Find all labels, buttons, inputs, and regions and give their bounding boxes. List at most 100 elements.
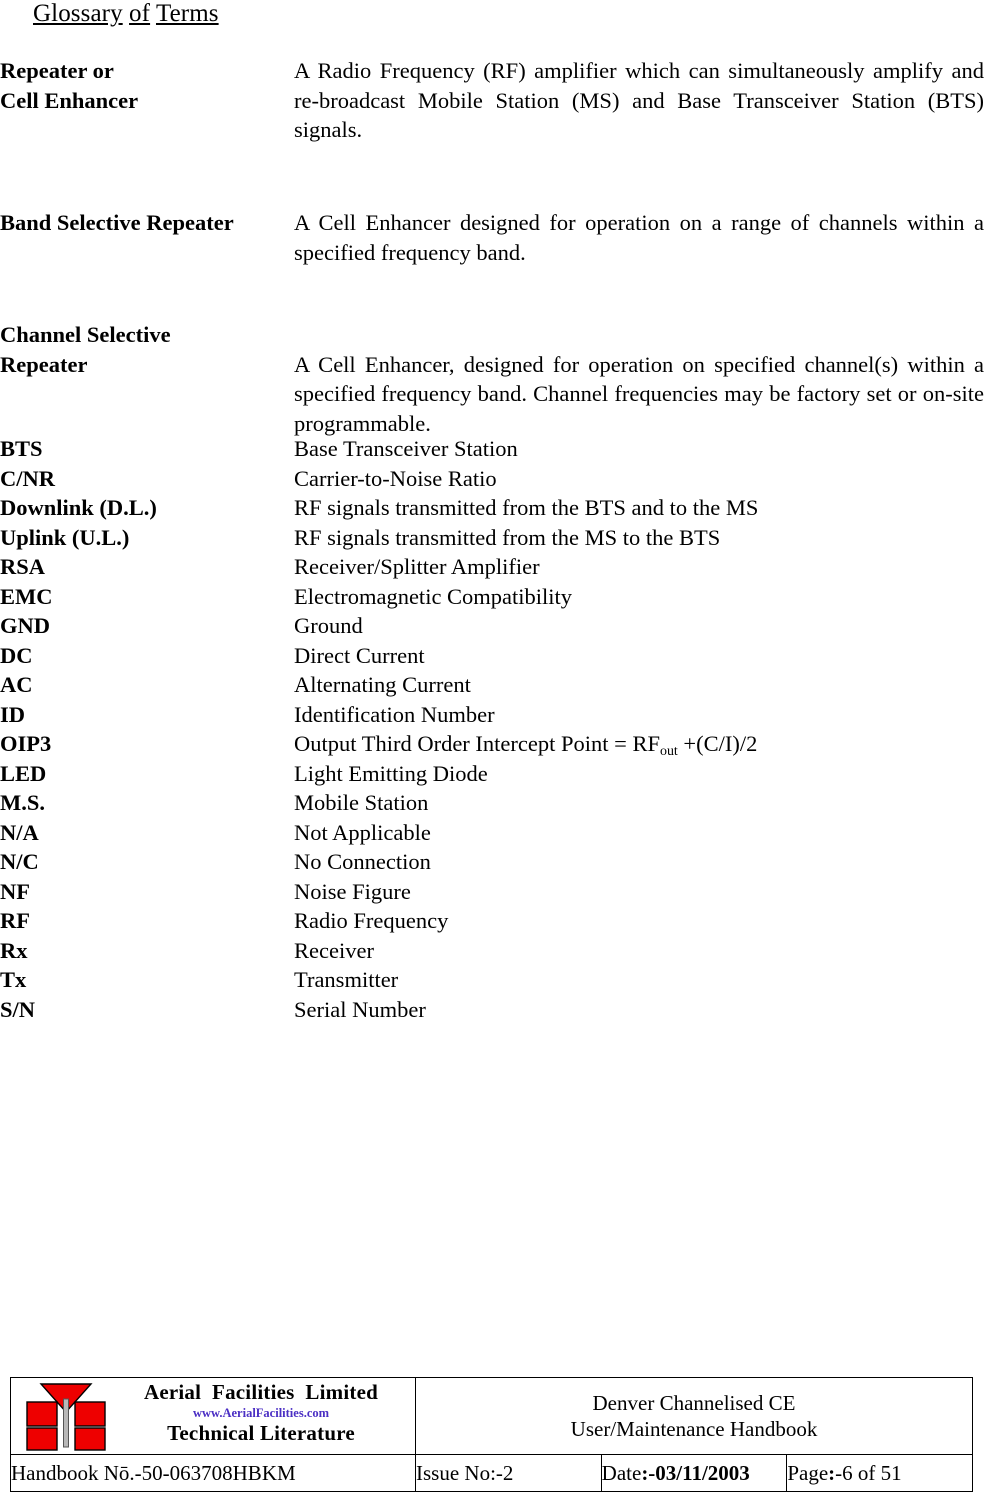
abbreviation-key: LED bbox=[0, 760, 47, 786]
footer-branding-row: Aerial Facilities Limited www.AerialFaci… bbox=[10, 1377, 973, 1455]
footer-logo-text: Aerial Facilities Limited www.AerialFaci… bbox=[111, 1380, 411, 1446]
definition-body: A Cell Enhancer, designed for operation … bbox=[294, 351, 984, 436]
definition-entry: Repeater or Cell Enhancer A Radio Freque… bbox=[0, 56, 985, 162]
abbreviation-row: EMC Electromagnetic Compatibility bbox=[0, 582, 985, 612]
abbreviation-key: RSA bbox=[0, 554, 46, 579]
abbreviation-value: No Connection bbox=[294, 849, 431, 874]
issue-value: 2 bbox=[502, 1461, 514, 1485]
footer-metadata-row: Handbook Nō.-50-063708HBKM Issue No:-2 D… bbox=[10, 1454, 973, 1492]
abbreviation-row: BTS Base Transceiver Station bbox=[0, 434, 985, 464]
date-value: :-03/11/2003 bbox=[641, 1461, 750, 1485]
page-footer: Aerial Facilities Limited www.AerialFaci… bbox=[10, 1377, 973, 1492]
abbreviation-key: Tx bbox=[0, 967, 27, 992]
abbreviation-value: Output Third Order Intercept Point = RFo… bbox=[294, 729, 757, 763]
abbreviation-value-tail: +(C/I)/2 bbox=[677, 731, 758, 756]
abbreviation-value: Receiver/Splitter Amplifier bbox=[294, 554, 540, 579]
abbreviation-list: BTS Base Transceiver Station C/NR Carrier-… bbox=[0, 434, 985, 1024]
abbreviation-key: M.S. bbox=[0, 790, 45, 815]
document-title-line-2: User/Maintenance Handbook bbox=[570, 1417, 818, 1441]
abbreviation-row: N/A Not Applicable bbox=[0, 818, 985, 848]
abbreviation-value: Noise Figure bbox=[294, 878, 411, 904]
abbreviation-key: Uplink (U.L.) bbox=[0, 524, 130, 550]
document-title-line-1: Denver Channelised CE bbox=[592, 1391, 796, 1415]
abbreviation-key: NF bbox=[0, 878, 30, 904]
abbreviation-value: Alternating Current bbox=[294, 672, 471, 697]
date-cell: Date:-03/11/2003 bbox=[600, 1454, 788, 1492]
abbreviation-value: Serial Number bbox=[294, 996, 426, 1022]
abbreviation-row: NF Noise Figure bbox=[0, 877, 985, 907]
handbook-number-cell: Handbook Nō.-50-063708HBKM bbox=[10, 1454, 416, 1492]
abbreviation-row: M.S. Mobile Station bbox=[0, 788, 985, 818]
definition-term: Band Selective Repeater bbox=[0, 210, 234, 235]
abbreviation-value-text: Output Third Order Intercept Point = RF bbox=[294, 731, 660, 756]
abbreviation-value: Identification Number bbox=[294, 701, 495, 727]
abbreviation-row: GND Ground bbox=[0, 611, 985, 641]
document-page: Glossary of Terms Repeater or Cell Enhan… bbox=[0, 0, 985, 1492]
abbreviation-row: RF Radio Frequency bbox=[0, 906, 985, 936]
abbreviation-value: Not Applicable bbox=[294, 819, 431, 845]
company-website[interactable]: www.AerialFacilities.com bbox=[111, 1405, 411, 1421]
abbreviation-key: C/NR bbox=[0, 465, 55, 491]
issue-number-cell: Issue No:-2 bbox=[415, 1454, 602, 1492]
abbreviation-row: OIP3 Output Third Order Intercept Point … bbox=[0, 729, 985, 759]
abbreviation-row: N/C No Connection bbox=[0, 847, 985, 877]
abbreviation-row: Downlink (D.L.) RF signals transmitted fr… bbox=[0, 493, 985, 523]
abbreviation-value: Ground bbox=[294, 613, 363, 638]
abbreviation-row: AC Alternating Current bbox=[0, 670, 985, 700]
handbook-number: ō.-50-063708HBKM bbox=[118, 1461, 296, 1485]
company-tagline: Technical Literature bbox=[167, 1421, 355, 1445]
abbreviation-key: Rx bbox=[0, 937, 28, 963]
abbreviation-value: Carrier-to-Noise Ratio bbox=[294, 465, 497, 491]
abbreviation-value: Base Transceiver Station bbox=[294, 436, 518, 461]
definition-term: Repeater or Cell Enhancer bbox=[0, 58, 139, 113]
abbreviation-row: RSA Receiver/Splitter Amplifier bbox=[0, 552, 985, 582]
abbreviation-row: C/NR Carrier-to-Noise Ratio bbox=[0, 464, 985, 494]
abbreviation-key: N/C bbox=[0, 849, 39, 874]
page-title: Glossary of Terms bbox=[33, 0, 219, 30]
abbreviation-value: RF signals transmitted from the MS to th… bbox=[294, 524, 721, 550]
page-number-cell: Page:-6 of 51 bbox=[786, 1454, 973, 1492]
abbreviation-value: Transmitter bbox=[294, 967, 399, 992]
abbreviation-row: S/N Serial Number bbox=[0, 995, 985, 1025]
handbook-label: Handbook N bbox=[11, 1461, 119, 1485]
abbreviation-row: DC Direct Current bbox=[0, 641, 985, 671]
definition-entry: Channel Selective Repeater A Cell Enhanc… bbox=[0, 320, 985, 440]
abbreviation-value-subscript: out bbox=[659, 744, 678, 760]
abbreviation-value: Direct Current bbox=[294, 642, 425, 668]
abbreviation-key: ID bbox=[0, 701, 26, 727]
abbreviation-value: Light Emitting Diode bbox=[294, 760, 488, 786]
abbreviation-row: Tx Transmitter bbox=[0, 965, 985, 995]
page-title-word-1: Glossary bbox=[33, 0, 123, 27]
definition-term: Channel Selective Repeater bbox=[0, 322, 171, 377]
abbreviation-key: GND bbox=[0, 613, 50, 638]
page-label: Page bbox=[787, 1461, 829, 1485]
definition-body: A Radio Frequency (RF) amplifier which c… bbox=[294, 58, 984, 142]
abbreviation-value: Radio Frequency bbox=[294, 908, 449, 933]
abbreviation-row: Uplink (U.L.) RF signals transmitted from… bbox=[0, 523, 985, 553]
footer-document-title-cell: Denver Channelised CE User/Maintenance H… bbox=[415, 1377, 973, 1455]
aerial-antenna-logo-icon bbox=[26, 1383, 106, 1451]
abbreviation-value: Receiver bbox=[294, 937, 374, 963]
abbreviation-key: EMC bbox=[0, 583, 53, 609]
abbreviation-key: RF bbox=[0, 908, 30, 933]
definition-entry: Band Selective Repeater A Cell Enhancer … bbox=[0, 208, 985, 296]
footer-logo-cell: Aerial Facilities Limited www.AerialFaci… bbox=[10, 1377, 416, 1455]
abbreviation-row: ID Identification Number bbox=[0, 700, 985, 730]
page-title-word-2: of bbox=[129, 0, 151, 27]
abbreviation-key: DC bbox=[0, 642, 33, 668]
abbreviation-row: LED Light Emitting Diode bbox=[0, 759, 985, 789]
abbreviation-key: Downlink (D.L.) bbox=[0, 495, 157, 520]
issue-label: Issue No:- bbox=[416, 1461, 503, 1485]
abbreviation-key: OIP3 bbox=[0, 731, 52, 756]
abbreviation-value: Electromagnetic Compatibility bbox=[294, 583, 573, 609]
abbreviation-key: N/A bbox=[0, 819, 39, 845]
company-name: Aerial Facilities Limited bbox=[143, 1380, 378, 1404]
abbreviation-key: BTS bbox=[0, 436, 43, 461]
page-title-word-3: Terms bbox=[155, 0, 219, 27]
date-label: Date bbox=[601, 1461, 642, 1485]
abbreviation-value: Mobile Station bbox=[294, 790, 429, 815]
abbreviation-value: RF signals transmitted from the BTS and … bbox=[294, 495, 759, 520]
abbreviation-key: S/N bbox=[0, 996, 36, 1022]
definition-list: Repeater or Cell Enhancer A Radio Freque… bbox=[0, 56, 985, 440]
definition-body: A Cell Enhancer designed for operation o… bbox=[294, 210, 984, 265]
